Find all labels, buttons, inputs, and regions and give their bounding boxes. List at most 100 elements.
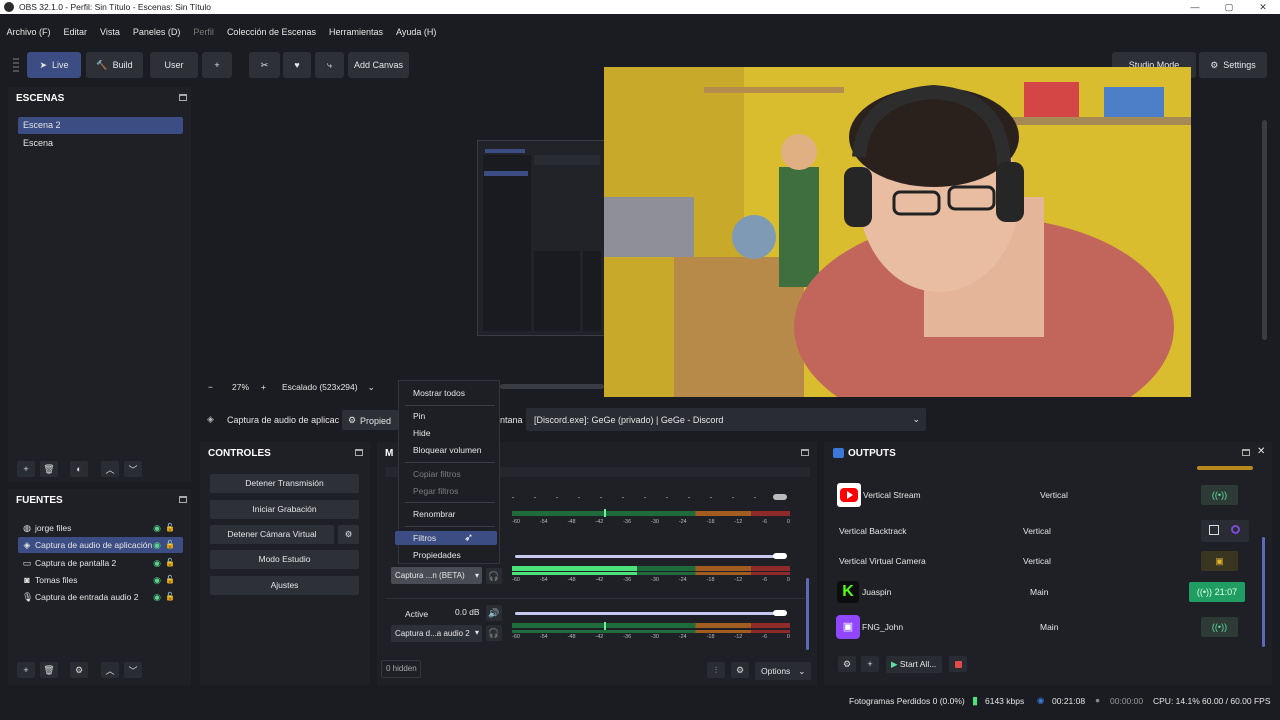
minimize-button[interactable]: — — [1178, 2, 1212, 13]
menu-lock-volume[interactable]: Bloquear volumen — [413, 443, 482, 457]
visibility-icon[interactable]: ◉ — [153, 537, 161, 553]
replay-icon[interactable] — [1231, 525, 1240, 534]
close-icon[interactable]: ✕ — [1257, 446, 1265, 457]
undock-icon[interactable] — [179, 94, 187, 101]
settings-button[interactable]: ⚙ Settings — [1199, 52, 1267, 78]
stream-toggle-button[interactable]: ((•)) — [1201, 617, 1238, 637]
source-move-up-button[interactable]: ︿ — [101, 662, 119, 678]
drag-grip-icon[interactable] — [13, 58, 19, 74]
stop-all-button[interactable] — [949, 656, 967, 672]
close-button[interactable]: ✕ — [1246, 2, 1280, 13]
visibility-icon[interactable]: ◉ — [153, 520, 161, 536]
undock-icon[interactable] — [1242, 449, 1250, 456]
stop-icon[interactable] — [1209, 525, 1219, 535]
mixer-source-select[interactable]: Captura d...a audio 2 — [391, 625, 482, 642]
stream-active-button[interactable]: ((•)) 21:07 — [1189, 582, 1245, 602]
properties-button[interactable]: ⚙ Propied — [342, 410, 402, 430]
menu-rename[interactable]: Renombrar — [413, 507, 456, 521]
source-move-down-button[interactable]: ﹀ — [124, 662, 142, 678]
source-item[interactable]: 🎙 Captura de entrada audio 2 ◉ 🔓 — [18, 589, 183, 605]
scene-filters-button[interactable]: ◐ — [70, 461, 88, 477]
visibility-icon[interactable]: ◉ — [153, 555, 161, 571]
unlock-icon[interactable]: 🔓 — [165, 537, 175, 553]
maximize-button[interactable]: ▢ — [1212, 2, 1246, 13]
studio-mode-toggle-button[interactable]: Modo Estudio — [210, 550, 359, 569]
volume-slider[interactable] — [515, 555, 781, 558]
visibility-icon[interactable]: ◉ — [153, 572, 161, 588]
source-properties-button[interactable]: ⚙ — [70, 662, 88, 678]
menu-properties[interactable]: Propiedades — [413, 548, 461, 562]
share-button[interactable]: ⤷ — [315, 52, 344, 78]
mute-button[interactable]: 🔊 — [486, 605, 502, 621]
zoom-in-button[interactable]: + — [261, 382, 266, 392]
start-all-button[interactable]: ▶ Start All... — [886, 656, 942, 673]
build-button[interactable]: 🔨 Build — [86, 52, 143, 78]
backtrack-controls[interactable] — [1201, 520, 1249, 542]
monitor-headphones-button[interactable]: 🎧 — [486, 568, 502, 584]
source-item[interactable]: ◈ Captura de audio de aplicación ◉ 🔓 — [18, 537, 183, 553]
menu-paneles[interactable]: Paneles (D) — [126, 27, 187, 37]
add-canvas-button[interactable]: Add Canvas — [348, 52, 409, 78]
menu-copy-filters[interactable]: Copiar filtros — [413, 467, 461, 481]
user-button[interactable]: User — [150, 52, 198, 78]
menu-hide[interactable]: Hide — [413, 426, 430, 440]
volume-slider-handle[interactable] — [773, 494, 787, 500]
menu-filters[interactable]: Filtros — [395, 531, 497, 545]
preview-hscrollbar[interactable] — [500, 384, 604, 389]
undock-icon[interactable] — [801, 449, 809, 456]
mixer-source-select[interactable]: Captura ...n (BETA) — [391, 567, 482, 584]
visibility-icon[interactable]: ◉ — [153, 589, 161, 605]
stream-toggle-button[interactable]: ((•)) — [1201, 485, 1238, 505]
outputs-settings-button[interactable]: ⚙ — [838, 656, 856, 672]
outputs-scrollbar[interactable] — [1262, 537, 1265, 647]
scene-move-down-button[interactable]: ﹀ — [124, 461, 142, 477]
volume-slider[interactable] — [515, 612, 781, 615]
scene-item-escena[interactable]: Escena — [18, 135, 183, 152]
scene-item-escena-2[interactable]: Escena 2 — [18, 117, 183, 134]
undock-icon[interactable] — [179, 496, 187, 503]
monitor-headphones-button[interactable]: 🎧 — [486, 625, 502, 641]
source-item[interactable]: ▭ Captura de pantalla 2 ◉ 🔓 — [18, 555, 183, 571]
scaling-select[interactable]: Escalado (523x294) — [282, 382, 358, 392]
add-output-button[interactable]: + — [861, 656, 879, 672]
undock-icon[interactable] — [355, 449, 363, 456]
menu-editar[interactable]: Editar — [57, 27, 94, 37]
stop-virtual-camera-button[interactable]: Detener Cámara Virtual — [210, 525, 334, 544]
add-source-button[interactable]: + — [17, 662, 35, 678]
mixer-settings-button[interactable]: ⚙ — [731, 662, 749, 678]
live-button[interactable]: ➤ Live — [27, 52, 81, 78]
volume-slider-handle[interactable] — [773, 610, 787, 616]
unlock-icon[interactable]: 🔓 — [165, 555, 175, 571]
chevron-down-icon[interactable]: ▾ — [475, 628, 479, 637]
chevron-down-icon[interactable]: ⌄ — [368, 382, 375, 393]
unlock-icon[interactable]: 🔓 — [165, 520, 175, 536]
menu-vista[interactable]: Vista — [94, 27, 127, 37]
menu-perfil[interactable]: Perfil — [187, 27, 221, 37]
unlock-icon[interactable]: 🔓 — [165, 572, 175, 588]
menu-herramientas[interactable]: Herramientas — [323, 27, 390, 37]
source-item[interactable]: ◍ jorge files ◉ 🔓 — [18, 520, 183, 536]
menu-ayuda[interactable]: Ayuda (H) — [390, 27, 443, 37]
hidden-sources-count[interactable]: 0 hidden — [381, 660, 421, 678]
stop-stream-button[interactable]: Detener Transmisión — [210, 474, 359, 493]
delete-source-button[interactable]: 🗑 — [40, 662, 58, 678]
scene-move-up-button[interactable]: ︿ — [101, 461, 119, 477]
add-scene-button[interactable]: + — [17, 461, 35, 477]
volume-slider-handle[interactable] — [773, 553, 787, 559]
virtual-camera-toggle-button[interactable]: ▣ — [1201, 551, 1238, 571]
menu-coleccion-escenas[interactable]: Colección de Escenas — [220, 27, 322, 37]
chevron-down-icon[interactable]: ▾ — [475, 571, 479, 580]
mixer-advanced-button[interactable]: ⫶ — [707, 662, 725, 678]
favorite-button[interactable]: ♥ — [283, 52, 311, 78]
preview-scrollbar[interactable] — [1262, 120, 1267, 340]
menu-show-all[interactable]: Mostrar todos — [413, 386, 465, 400]
mixer-scrollbar[interactable] — [806, 578, 809, 650]
settings-open-button[interactable]: Ajustes — [210, 576, 359, 595]
virtual-camera-settings-button[interactable]: ⚙ — [338, 525, 359, 544]
zoom-out-button[interactable]: − — [208, 382, 222, 392]
delete-scene-button[interactable]: 🗑 — [40, 461, 58, 477]
mixer-options-select[interactable]: Options ⌄ — [755, 662, 811, 680]
menu-pin[interactable]: Pin — [413, 409, 425, 423]
add-mode-button[interactable]: + — [202, 52, 232, 78]
source-item[interactable]: ◙ Tomas files ◉ 🔓 — [18, 572, 183, 588]
